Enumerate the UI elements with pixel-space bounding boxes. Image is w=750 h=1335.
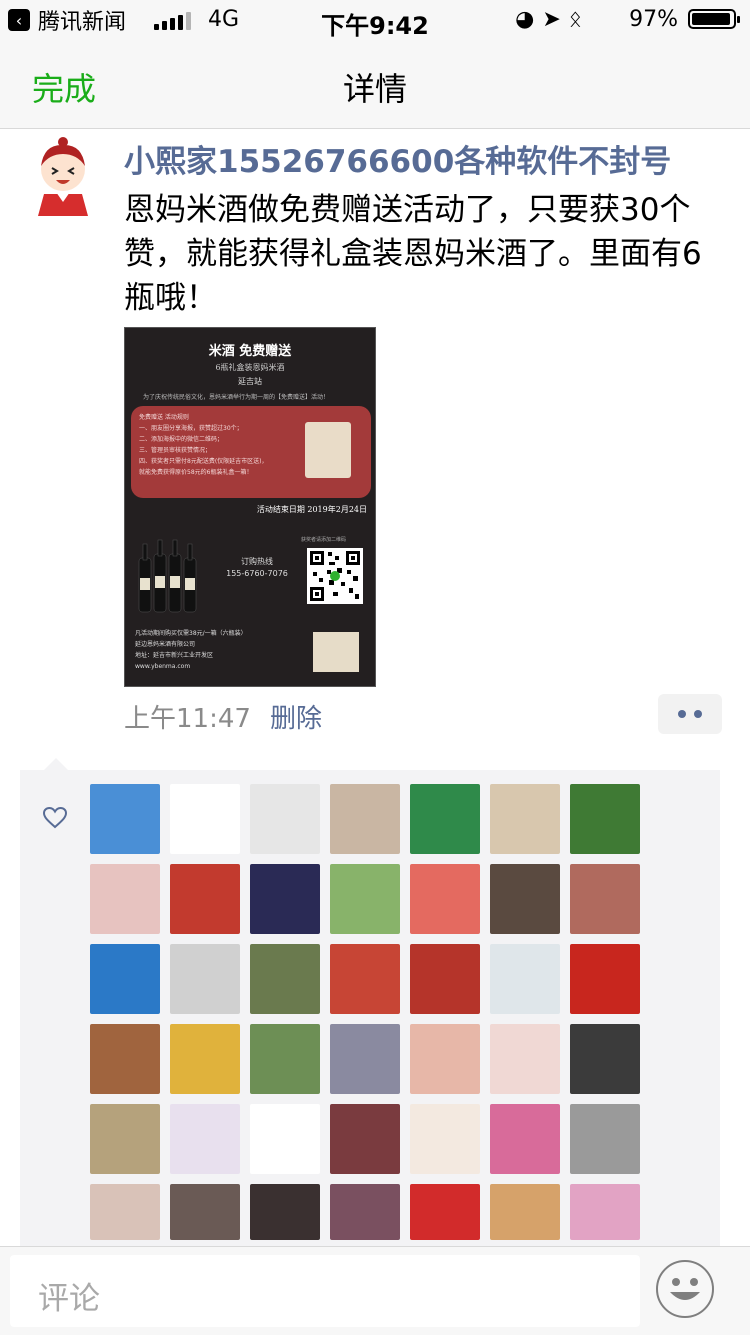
delete-link[interactable]: 删除 — [270, 698, 322, 735]
flyer-hotline-label: 订购热线 — [241, 557, 273, 566]
rotation-lock-icon: ◕ — [515, 7, 543, 32]
avatar-green-wall[interactable] — [570, 784, 640, 854]
gift-box-image — [305, 422, 351, 478]
qr-code-icon — [307, 548, 363, 604]
post-image[interactable]: 米酒 免费赠送 6瓶礼盒装恩妈米酒 延吉站 为了庆祝传统民俗文化，恩妈米酒举行为… — [124, 327, 376, 687]
flyer-title: 米酒 免费赠送 — [208, 344, 292, 359]
avatar-night-bridge[interactable] — [250, 864, 320, 934]
avatar-woman-3[interactable] — [250, 1184, 320, 1240]
avatar-bw-woman[interactable] — [170, 944, 240, 1014]
flyer-intro: 为了庆祝传统民俗文化，恩妈米酒举行为期一周的【免费赠送】活动！ — [143, 394, 330, 401]
avatar-flowers[interactable] — [490, 1104, 560, 1174]
avatar-cartoon-girl[interactable] — [170, 784, 240, 854]
flyer-footer: 凡活动期间购买仅需38元/一箱（六瓶装） 延边恩妈米酒有限公司 地址：延吉市新兴… — [135, 630, 247, 670]
dot-icon — [694, 710, 702, 718]
avatar-child[interactable] — [330, 784, 400, 854]
flyer-rules: 免费赠送 活动规则 一、朋友圈分享海报，获赞超过30个； 二、添加海报中的微信二… — [139, 414, 268, 476]
avatar-kid-hat[interactable] — [330, 944, 400, 1014]
smiley-face-icon[interactable] — [656, 1260, 714, 1318]
status-bar: ‹ 腾讯新闻 4G 下午9:42 ◕➤ᛟ 97% — [0, 0, 750, 40]
flyer-qr-note: 获奖者请添加二维码 — [301, 537, 347, 543]
avatar-logo[interactable] — [250, 1104, 320, 1174]
dot-icon — [678, 710, 686, 718]
comment-bar: 评论 — [0, 1246, 750, 1335]
post-time: 上午11:47 — [124, 704, 251, 734]
flyer-footer-image — [313, 632, 359, 672]
avatar-hand[interactable] — [90, 1024, 160, 1094]
avatar-blank[interactable] — [250, 784, 320, 854]
avatar-strawberries[interactable] — [410, 1184, 480, 1240]
flyer-subtitle: 6瓶礼盒装恩妈米酒 — [215, 363, 285, 372]
avatar-fish[interactable] — [90, 944, 160, 1014]
flyer-end-date: 活动结束日期 2019年2月24日 — [256, 505, 367, 514]
avatar-cat-filter[interactable] — [410, 1024, 480, 1094]
avatar-poster[interactable] — [170, 1024, 240, 1094]
flyer-hotline-number: 155-6760-7076 — [226, 569, 288, 578]
avatar-anime-girl[interactable] — [410, 1104, 480, 1174]
avatar-cap-girl[interactable] — [570, 1104, 640, 1174]
post-text: 恩妈米酒做免费赠送活动了，只要获30个赞，就能获得礼盒装恩妈米酒了。里面有6瓶哦… — [124, 192, 702, 316]
avatar-dark-girl[interactable] — [570, 1024, 640, 1094]
page-title: 详情 — [342, 70, 407, 108]
navigation-bar: 完成 详情 — [0, 40, 750, 129]
author-avatar[interactable] — [22, 136, 104, 218]
avatar-palm-tree[interactable] — [90, 784, 160, 854]
flyer-rules-box: 免费赠送 活动规则 一、朋友圈分享海报，获赞超过30个； 二、添加海报中的微信二… — [131, 406, 371, 498]
flyer-location: 延吉站 — [238, 377, 262, 386]
avatar-baby[interactable] — [330, 864, 400, 934]
avatar-lion-dance[interactable] — [410, 944, 480, 1014]
avatar-girl-red[interactable] — [410, 864, 480, 934]
avatar-mountain[interactable] — [250, 944, 320, 1014]
battery-percent: 97% — [629, 7, 678, 32]
avatar-red-fan[interactable] — [170, 864, 240, 934]
avatar-couple[interactable] — [490, 864, 560, 934]
flyer-hotline: 订购热线 155-6760-7076 — [217, 556, 297, 580]
avatar-girl-hat[interactable] — [330, 1104, 400, 1174]
comment-placeholder: 评论 — [38, 1281, 100, 1317]
heart-outline-icon — [42, 806, 68, 834]
avatar-woman-4[interactable] — [330, 1184, 400, 1240]
avatar-woman-2[interactable] — [170, 1184, 240, 1240]
avatar-tata-ad[interactable] — [570, 944, 640, 1014]
avatar-elephant[interactable] — [490, 944, 560, 1014]
avatar-two-girls[interactable] — [90, 864, 160, 934]
status-icons: ◕➤ᛟ — [515, 7, 590, 32]
avatar-selfie-pair[interactable] — [570, 864, 640, 934]
avatar-woman-office[interactable] — [490, 784, 560, 854]
author-name[interactable]: 小熙家15526766600各种软件不封号 — [124, 136, 671, 181]
avatar-cat[interactable] — [490, 1184, 560, 1240]
avatar-long-hair[interactable] — [490, 1024, 560, 1094]
avatar-umbrella[interactable] — [570, 1184, 640, 1240]
avatar-wedding[interactable] — [330, 1024, 400, 1094]
avatar-woman-1[interactable] — [90, 1184, 160, 1240]
bottles-image — [135, 538, 205, 613]
likes-panel — [20, 758, 720, 1250]
avatar-bridge-man[interactable] — [250, 1024, 320, 1094]
location-icon: ➤ — [542, 7, 569, 32]
avatar-sketch[interactable] — [90, 1104, 160, 1174]
bluetooth-icon: ᛟ — [568, 7, 590, 32]
avatar-pool-table[interactable] — [410, 784, 480, 854]
avatar-anime[interactable] — [170, 1104, 240, 1174]
more-actions-button[interactable] — [658, 694, 722, 734]
comment-input[interactable]: 评论 — [10, 1255, 640, 1327]
battery-icon — [688, 9, 740, 29]
